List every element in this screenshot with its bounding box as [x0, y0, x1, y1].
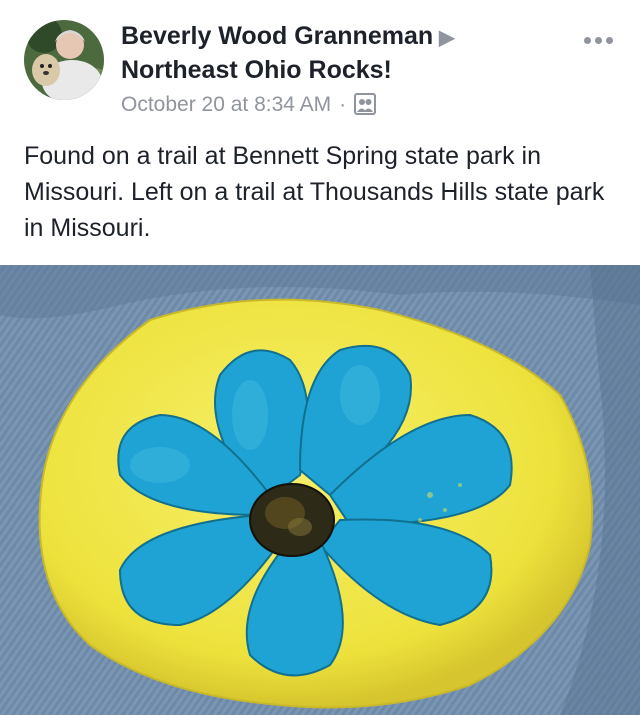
group-name[interactable]: Northeast Ohio Rocks!: [121, 54, 392, 86]
more-dot: [583, 36, 591, 44]
more-dot: [594, 36, 602, 44]
more-options-icon[interactable]: [578, 28, 618, 52]
post-body-text: Found on a trail at Bennett Spring state…: [24, 142, 605, 242]
avatar-image: [24, 20, 104, 100]
author-name[interactable]: Beverly Wood Granneman: [121, 22, 433, 50]
group-audience-icon[interactable]: [354, 93, 377, 115]
meta-separator: ·: [339, 93, 347, 116]
painted-rock-photo[interactable]: [0, 265, 640, 715]
more-dot: [605, 36, 613, 44]
post-header: Beverly Wood Granneman ▶ Northeast Ohio R…: [0, 0, 640, 125]
author-avatar[interactable]: [24, 20, 104, 100]
post-meta: October 20 at 8:34 AM ·: [121, 91, 377, 119]
author-line: Beverly Wood Granneman ▶: [121, 20, 455, 54]
photo-image: [0, 265, 640, 715]
post-timestamp[interactable]: October 20 at 8:34 AM: [121, 93, 331, 116]
share-arrow-icon: ▶: [439, 27, 455, 49]
